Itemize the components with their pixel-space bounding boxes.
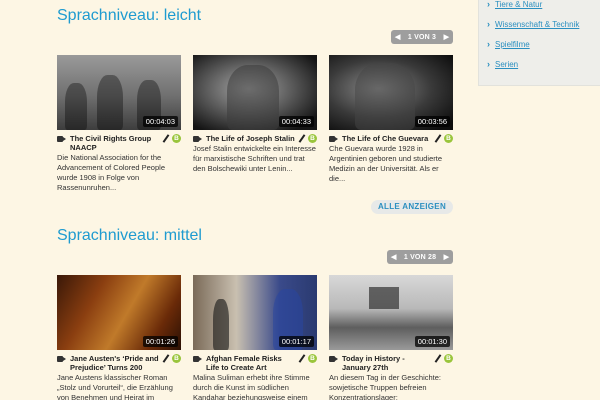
chevron-right-icon: ›: [487, 19, 490, 29]
video-card[interactable]: 00:01:30 Today in History - January 27th…: [329, 275, 453, 400]
sidebar-item-spielfilme[interactable]: › Spielfilme: [487, 39, 530, 49]
level-badge: B: [308, 134, 317, 143]
video-card[interactable]: 00:03:56 The Life of Che Guevara B Che G…: [329, 55, 453, 184]
video-title[interactable]: The Life of Che Guevara: [342, 134, 431, 143]
video-thumbnail[interactable]: 00:03:56: [329, 55, 453, 130]
microphone-icon: [161, 134, 170, 143]
video-card[interactable]: 00:04:33 The Life of Joseph Stalin B Jos…: [193, 55, 317, 174]
video-title[interactable]: The Life of Joseph Stalin: [206, 134, 295, 143]
video-duration: 00:04:03: [142, 116, 178, 127]
video-card[interactable]: 00:01:26 Jane Austen's ‘Pride and Prejud…: [57, 275, 181, 400]
video-title[interactable]: Today in History - January 27th: [342, 354, 431, 372]
pager-next-icon[interactable]: ▶: [444, 253, 449, 261]
microphone-icon: [297, 354, 306, 363]
chevron-right-icon: ›: [487, 0, 490, 9]
video-thumbnail[interactable]: 00:04:33: [193, 55, 317, 130]
sidebar-item-label: Tiere & Natur: [495, 0, 543, 9]
pager-count: 1 VON 3: [407, 33, 437, 41]
video-description: Malina Suliman erhebt ihre Stimme durch …: [193, 373, 310, 400]
category-sidebar: › Tiere & Natur › Wissenschaft & Technik ›…: [478, 0, 600, 86]
sidebar-item-tiere-natur[interactable]: › Tiere & Natur: [487, 0, 542, 9]
video-duration: 00:01:17: [278, 336, 314, 347]
video-camera-icon: [329, 136, 339, 142]
video-camera-icon: [57, 136, 67, 142]
video-description: Che Guevara wurde 1928 in Argentinien ge…: [329, 144, 442, 183]
microphone-icon: [433, 134, 442, 143]
sidebar-item-label: Serien: [495, 60, 519, 69]
video-card[interactable]: 00:01:17 Afghan Female Risks Life to Cre…: [193, 275, 317, 400]
video-description: Josef Stalin entwickelte ein Interesse f…: [193, 144, 316, 173]
section-title-mittel: Sprachniveau: mittel: [57, 227, 202, 244]
video-camera-icon: [329, 356, 339, 362]
sidebar-item-label: Spielfilme: [495, 40, 530, 49]
section-title-leicht: Sprachniveau: leicht: [57, 7, 202, 24]
pager-mittel: ◀ 1 VON 28 ▶: [387, 250, 453, 264]
pager-next-icon[interactable]: ▶: [444, 33, 449, 41]
video-title[interactable]: Afghan Female Risks Life to Create Art: [206, 354, 295, 372]
video-card[interactable]: 00:04:03 The Civil Rights Group NAACP B …: [57, 55, 181, 193]
video-thumbnail[interactable]: 00:01:17: [193, 275, 317, 350]
video-duration: 00:04:33: [278, 116, 314, 127]
video-title[interactable]: Jane Austen's ‘Pride and Prejudice’ Turn…: [70, 354, 159, 372]
video-title[interactable]: The Civil Rights Group NAACP: [70, 134, 159, 152]
pager-count: 1 VON 28: [403, 253, 437, 261]
video-thumbnail[interactable]: 00:04:03: [57, 55, 181, 130]
microphone-icon: [433, 354, 442, 363]
video-camera-icon: [193, 356, 203, 362]
level-badge: B: [444, 134, 453, 143]
video-camera-icon: [193, 136, 203, 142]
video-thumbnail[interactable]: 00:01:26: [57, 275, 181, 350]
pager-prev-icon[interactable]: ◀: [395, 33, 400, 41]
chevron-right-icon: ›: [487, 59, 490, 69]
video-description: An diesem Tag in der Geschichte: sowjeti…: [329, 373, 442, 400]
video-description: Jane Austens klassischer Roman „Stolz un…: [57, 373, 173, 400]
video-camera-icon: [57, 356, 67, 362]
video-duration: 00:01:30: [414, 336, 450, 347]
level-badge: B: [172, 134, 181, 143]
chevron-right-icon: ›: [487, 39, 490, 49]
level-badge: B: [308, 354, 317, 363]
video-duration: 00:01:26: [142, 336, 178, 347]
show-all-button[interactable]: ALLE ANZEIGEN: [371, 200, 453, 214]
sidebar-item-wissenschaft-technik[interactable]: › Wissenschaft & Technik: [487, 19, 579, 29]
microphone-icon: [161, 354, 170, 363]
microphone-icon: [297, 134, 306, 143]
main-content: Sprachniveau: leicht ◀ 1 VON 3 ▶ 00:04:0…: [0, 0, 478, 400]
level-badge: B: [444, 354, 453, 363]
sidebar-item-label: Wissenschaft & Technik: [495, 20, 580, 29]
pager-leicht: ◀ 1 VON 3 ▶: [391, 30, 453, 44]
sidebar-item-serien[interactable]: › Serien: [487, 59, 518, 69]
pager-prev-icon[interactable]: ◀: [391, 253, 396, 261]
video-description: Die National Association for the Advance…: [57, 153, 165, 192]
video-duration: 00:03:56: [414, 116, 450, 127]
level-badge: B: [172, 354, 181, 363]
video-thumbnail[interactable]: 00:01:30: [329, 275, 453, 350]
